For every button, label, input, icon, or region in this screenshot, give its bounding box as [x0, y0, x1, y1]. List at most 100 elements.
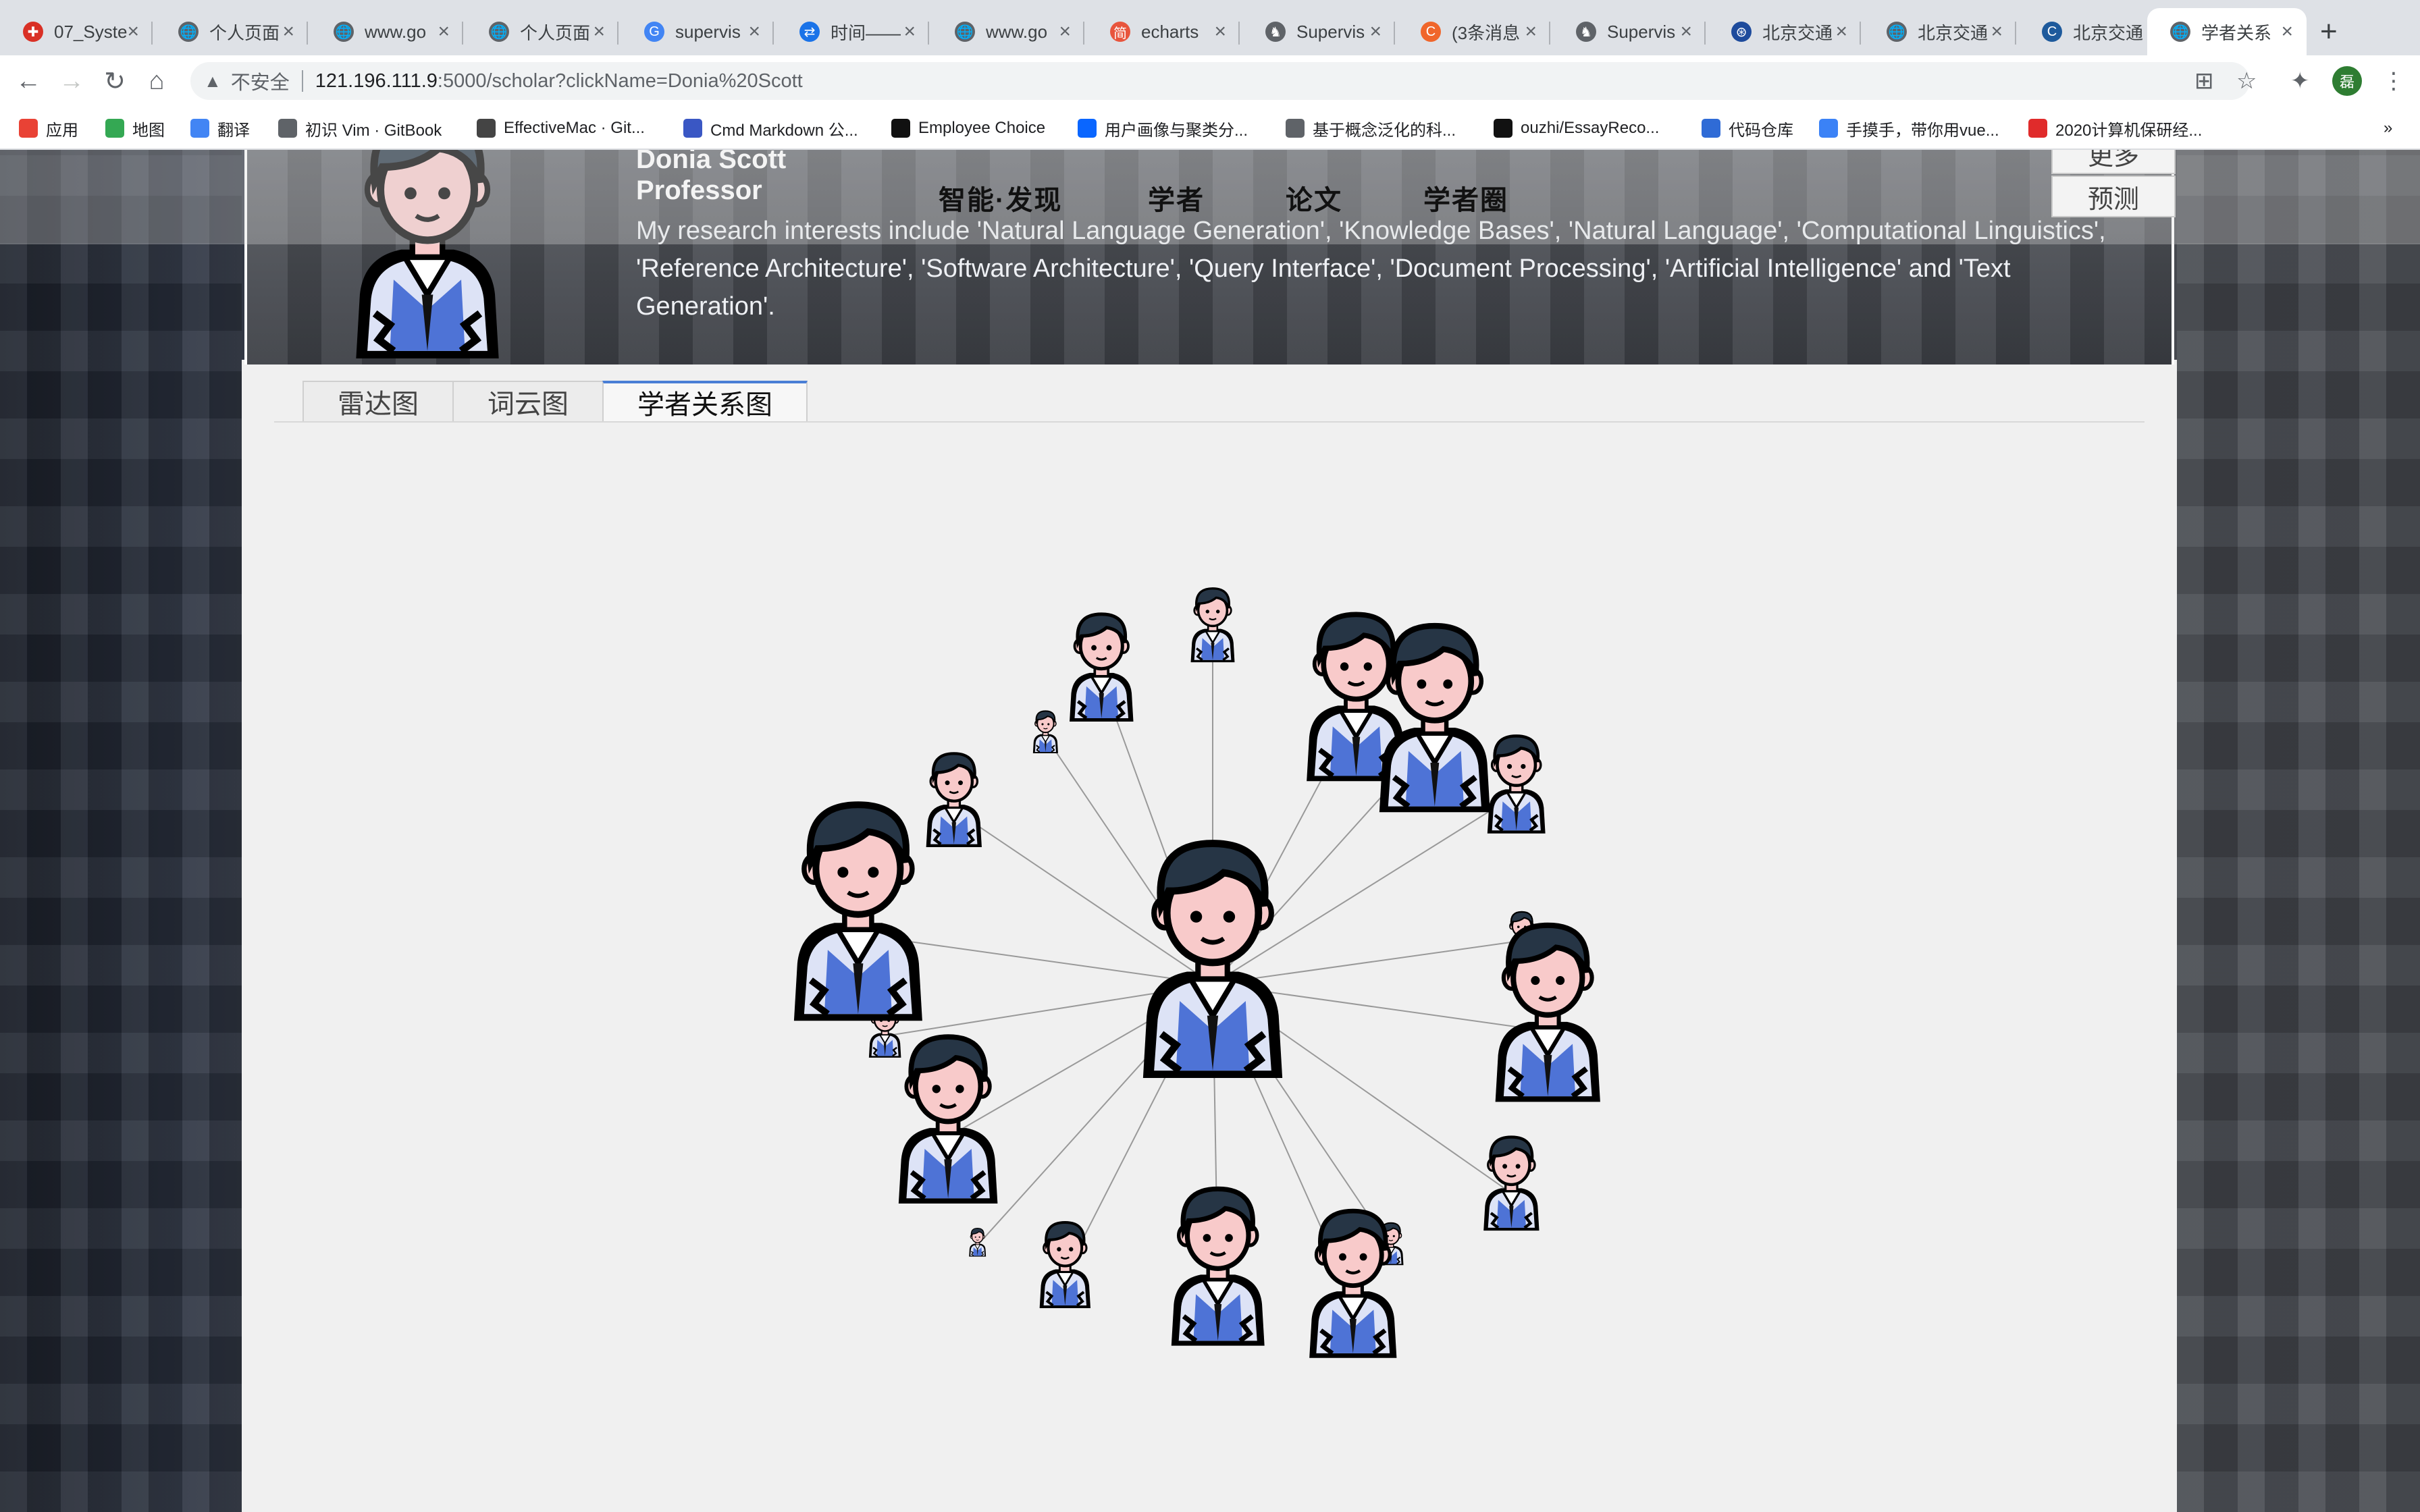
url-path: :5000/scholar?clickName=Donia%20Scott: [437, 70, 803, 92]
bookmark-icon: [891, 119, 910, 138]
bookmark-item[interactable]: 应用: [19, 115, 78, 142]
bookmark-item[interactable]: 初识 Vim · GitBook: [278, 115, 442, 142]
bookmark-item[interactable]: 手摸手，带你用vue...: [1819, 115, 1999, 142]
extensions-icon[interactable]: ✦: [2290, 68, 2310, 94]
reload-icon[interactable]: ↻: [99, 65, 131, 97]
tab-title: (3条消息: [1452, 22, 1521, 43]
bookmark-label: ouzhi/EssayReco...: [1521, 119, 1660, 137]
bookmark-label: 用户画像与聚类分...: [1105, 121, 1248, 140]
bookmark-item[interactable]: 地图: [105, 115, 165, 142]
bookmark-label: 手摸手，带你用vue...: [1846, 121, 1999, 140]
bookmark-icon: [1819, 119, 1838, 138]
tab-close-icon[interactable]: ×: [1214, 20, 1226, 43]
tab-close-icon[interactable]: ×: [1059, 20, 1071, 43]
tab-close-icon[interactable]: ×: [1991, 20, 2003, 43]
browser-tab[interactable]: ✚ 07_Syste ×: [0, 8, 153, 55]
menu-icon[interactable]: ⋮: [2382, 68, 2405, 94]
coauthor-node[interactable]: [926, 753, 982, 847]
tab-close-icon[interactable]: ×: [1525, 20, 1537, 43]
coauthor-node[interactable]: [1070, 614, 1133, 722]
coauthor-node[interactable]: [1038, 1221, 1092, 1310]
star-icon[interactable]: ☆: [2236, 68, 2257, 94]
profile-avatar[interactable]: 磊: [2332, 66, 2362, 96]
tab-close-icon[interactable]: ×: [438, 20, 450, 43]
tab-close-icon[interactable]: ×: [127, 20, 139, 43]
browser-tab[interactable]: ♞ Supervis ×: [1242, 8, 1395, 55]
bookmark-item[interactable]: 代码仓库: [1702, 115, 1793, 142]
home-icon[interactable]: ⌂: [140, 65, 173, 97]
coauthor-node[interactable]: [1172, 1189, 1265, 1345]
coauthor-node[interactable]: [1309, 1211, 1396, 1358]
coauthor-node[interactable]: [1483, 1137, 1539, 1231]
tab-title: 个人页面: [520, 22, 591, 43]
browser-tab[interactable]: 🌐 北京交通 ×: [1864, 8, 2016, 55]
browser-tab[interactable]: 🌐 www.go ×: [932, 8, 1084, 55]
bookmark-label: 2020计算机保研经...: [2055, 121, 2203, 140]
bookmark-icon: [1078, 119, 1097, 138]
tab-favicon-icon: C: [2042, 22, 2062, 42]
browser-tab[interactable]: ⊛ 北京交通 ×: [1708, 8, 1861, 55]
coauthor-node[interactable]: [1032, 710, 1059, 754]
tab-close-icon[interactable]: ×: [748, 20, 760, 43]
bookmark-item[interactable]: 用户画像与聚类分...: [1078, 115, 1248, 142]
tab-separator: [928, 22, 929, 45]
tab-close-icon[interactable]: ×: [1680, 20, 1692, 43]
address-separator: [301, 70, 303, 92]
address-bar[interactable]: ▲ 不安全 121.196.111.9:5000/scholar?clickNa…: [190, 62, 2250, 100]
coauthor-node[interactable]: [1189, 587, 1236, 664]
coauthor-node[interactable]: [1496, 925, 1600, 1102]
tab-close-icon[interactable]: ×: [1369, 20, 1382, 43]
tab-favicon-icon: 🌐: [489, 22, 509, 42]
browser-tab[interactable]: Gsupervis ×: [621, 8, 774, 55]
forward-icon[interactable]: →: [55, 65, 88, 97]
browser-tab[interactable]: 简 echarts ×: [1087, 8, 1240, 55]
tab-separator: [772, 22, 774, 45]
bookmark-icon: [1702, 119, 1720, 138]
tab-title: 个人页面: [209, 22, 280, 43]
tab-close-icon[interactable]: ×: [2281, 20, 2293, 43]
tab-close-icon[interactable]: ×: [1835, 20, 1847, 43]
tab-favicon-icon: 🌐: [334, 22, 354, 42]
tab-favicon-icon: 简: [1110, 22, 1130, 42]
bookmarks-overflow-button[interactable]: »: [2384, 115, 2392, 142]
translate-icon[interactable]: ⊞: [2194, 68, 2214, 94]
browser-tab[interactable]: ♞ Supervis ×: [1553, 8, 1706, 55]
bookmark-item[interactable]: Cmd Markdown 公...: [683, 115, 858, 142]
browser-tab[interactable]: 🌐 个人页面 ×: [466, 8, 619, 55]
bookmark-item[interactable]: EffectiveMac · Git...: [477, 115, 645, 142]
scholar-relation-graph[interactable]: [0, 150, 2420, 1512]
coauthor-node[interactable]: [899, 1037, 998, 1204]
browser-tab[interactable]: ⇄ 时间—— ×: [777, 8, 929, 55]
tab-title: 北京交通: [2073, 22, 2144, 43]
tab-favicon-icon: ⇄: [799, 22, 820, 42]
graph-nodes: [794, 587, 1600, 1358]
coauthor-node[interactable]: [1488, 736, 1546, 833]
new-tab-button[interactable]: +: [2320, 15, 2338, 49]
coauthor-node[interactable]: [794, 805, 922, 1021]
bookmark-label: 代码仓库: [1729, 121, 1793, 140]
tab-title: 07_Syste: [54, 21, 128, 42]
browser-tab[interactable]: 🌐 www.go ×: [311, 8, 463, 55]
center-scholar-node[interactable]: [1143, 844, 1282, 1078]
bookmark-item[interactable]: 2020计算机保研经...: [2028, 115, 2202, 142]
back-icon[interactable]: ←: [12, 65, 45, 97]
browser-tab[interactable]: 🌐 学者关系 ×: [2147, 8, 2307, 55]
browser-tab[interactable]: C (3条消息 ×: [1398, 8, 1550, 55]
bookmark-item[interactable]: Employee Choice: [891, 115, 1045, 142]
bookmark-item[interactable]: 基于概念泛化的科...: [1286, 115, 1456, 142]
tab-separator: [307, 22, 308, 45]
tab-separator: [1860, 22, 1861, 45]
tab-close-icon[interactable]: ×: [282, 20, 294, 43]
bookmark-icon: [105, 119, 124, 138]
bookmark-label: 翻译: [217, 121, 250, 140]
bookmark-icon: [19, 119, 38, 138]
bookmark-item[interactable]: 翻译: [190, 115, 250, 142]
coauthor-node[interactable]: [968, 1227, 987, 1258]
tab-close-icon[interactable]: ×: [903, 20, 916, 43]
browser-tab[interactable]: 🌐 个人页面 ×: [155, 8, 308, 55]
tab-favicon-icon: ♞: [1576, 22, 1596, 42]
tab-close-icon[interactable]: ×: [593, 20, 605, 43]
tab-favicon-icon: 🌐: [2170, 22, 2190, 42]
tab-title: echarts: [1141, 21, 1199, 42]
bookmark-item[interactable]: ouzhi/EssayReco...: [1494, 115, 1659, 142]
